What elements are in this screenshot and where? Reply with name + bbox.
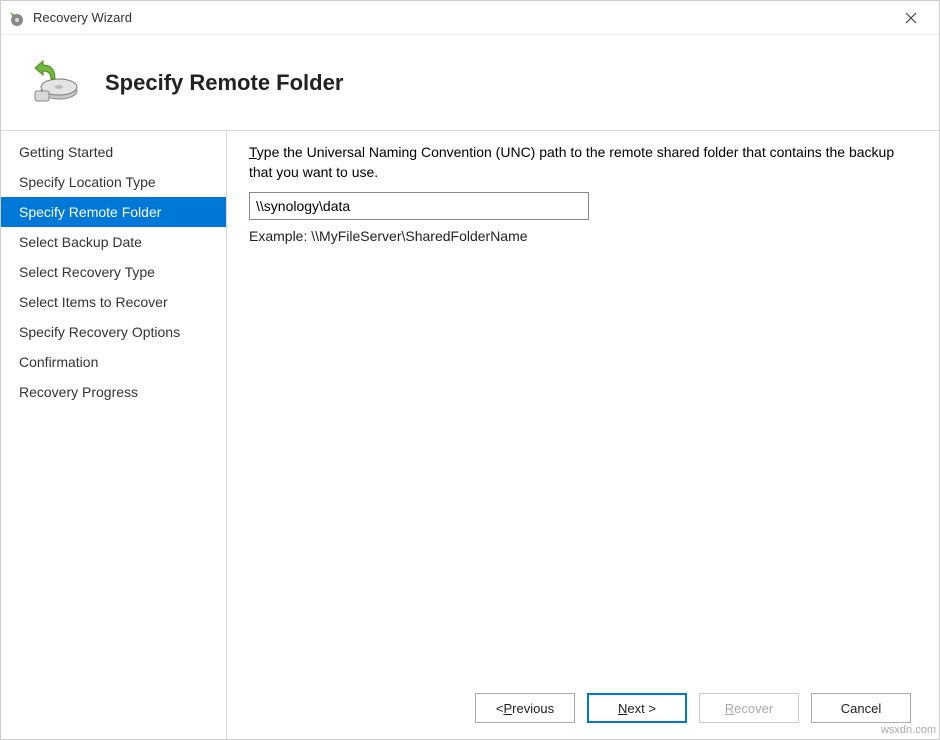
watermark: wsxdn.com — [881, 724, 936, 736]
instruction-accelerator: T — [249, 144, 257, 160]
recovery-wizard-window: Recovery Wizard Specify Remote Folder Ge… — [0, 0, 940, 740]
button-bar: < Previous Next > Recover Cancel — [249, 679, 911, 723]
wizard-header: Specify Remote Folder — [1, 35, 939, 131]
app-icon — [7, 9, 25, 27]
example-text: Example: \\MyFileServer\SharedFolderName — [249, 228, 911, 244]
instruction-body: ype the Universal Naming Convention (UNC… — [249, 144, 894, 180]
recover-button: Recover — [699, 693, 799, 723]
step-specify-recovery-options[interactable]: Specify Recovery Options — [1, 317, 226, 347]
next-button[interactable]: Next > — [587, 693, 687, 723]
content-pane: Type the Universal Naming Convention (UN… — [227, 131, 939, 739]
window-title: Recovery Wizard — [33, 10, 889, 25]
instruction-text: Type the Universal Naming Convention (UN… — [249, 143, 911, 182]
recovery-icon — [29, 57, 81, 109]
unc-path-input[interactable] — [249, 192, 589, 220]
close-button[interactable] — [889, 1, 933, 34]
step-select-items-to-recover[interactable]: Select Items to Recover — [1, 287, 226, 317]
page-heading: Specify Remote Folder — [105, 70, 343, 96]
step-select-recovery-type[interactable]: Select Recovery Type — [1, 257, 226, 287]
step-recovery-progress[interactable]: Recovery Progress — [1, 377, 226, 407]
cancel-button[interactable]: Cancel — [811, 693, 911, 723]
step-specify-location-type[interactable]: Specify Location Type — [1, 167, 226, 197]
step-getting-started[interactable]: Getting Started — [1, 137, 226, 167]
step-select-backup-date[interactable]: Select Backup Date — [1, 227, 226, 257]
previous-button[interactable]: < Previous — [475, 693, 575, 723]
titlebar: Recovery Wizard — [1, 1, 939, 35]
step-confirmation[interactable]: Confirmation — [1, 347, 226, 377]
step-specify-remote-folder[interactable]: Specify Remote Folder — [1, 197, 226, 227]
wizard-body: Getting Started Specify Location Type Sp… — [1, 131, 939, 739]
steps-sidebar: Getting Started Specify Location Type Sp… — [1, 131, 227, 739]
